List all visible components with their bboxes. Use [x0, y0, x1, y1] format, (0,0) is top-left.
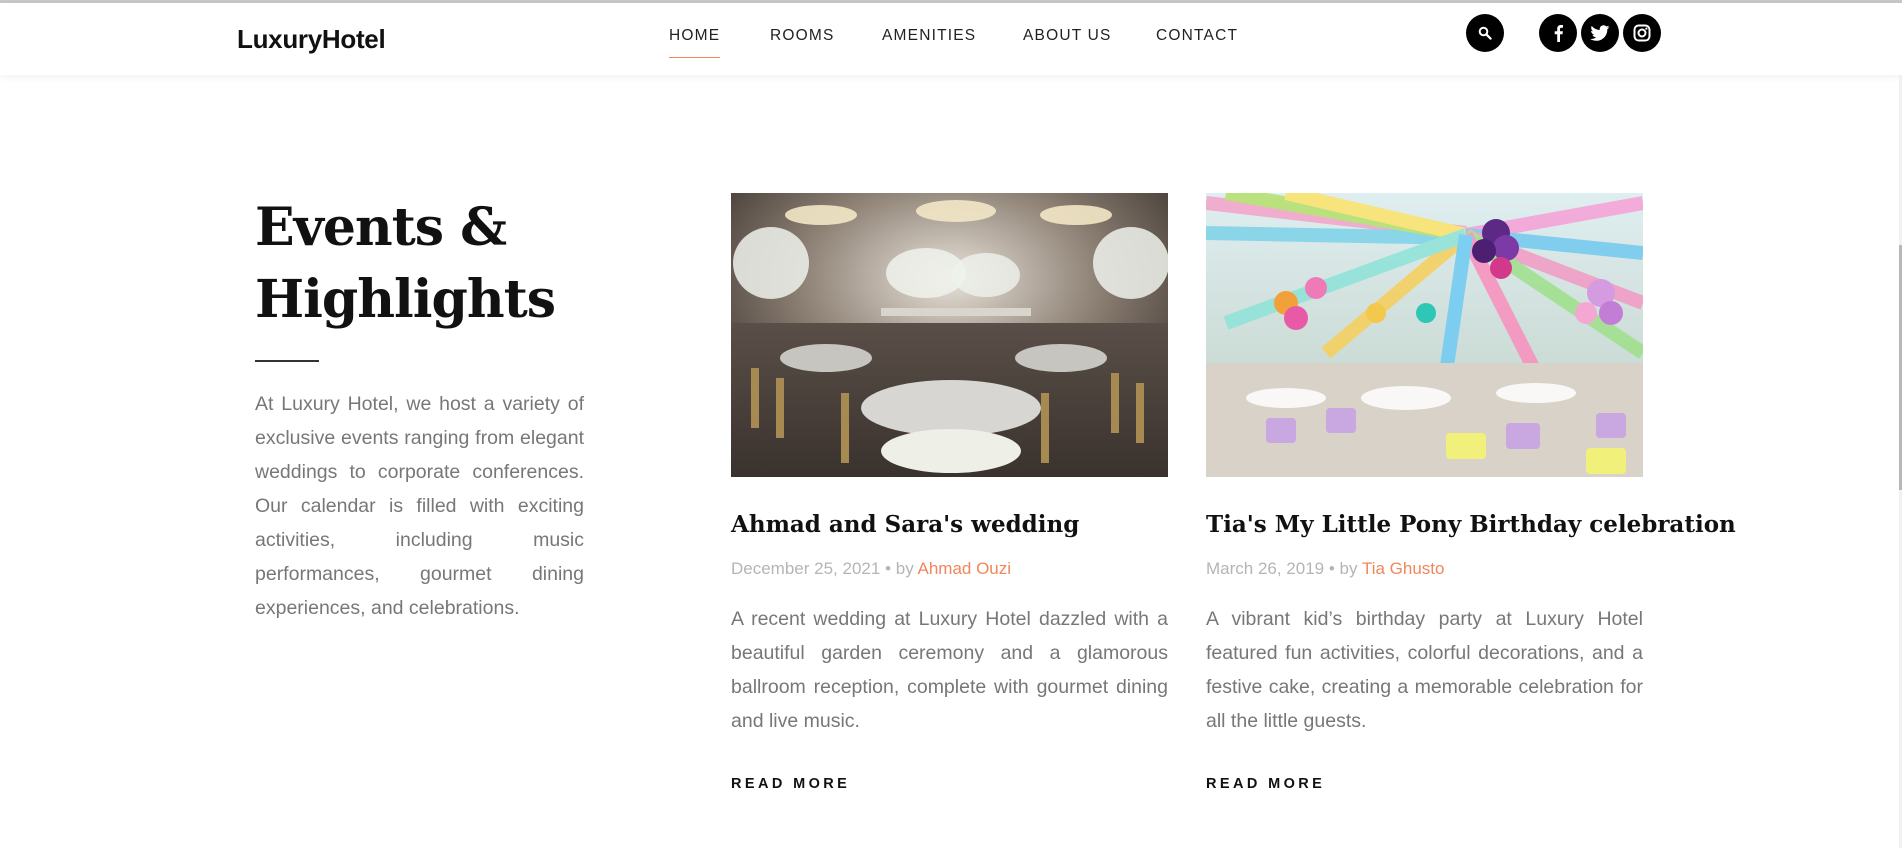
twitter-icon: [1590, 24, 1610, 41]
event-image-wedding[interactable]: [731, 193, 1168, 477]
nav-about-us[interactable]: ABOUT US: [1023, 27, 1112, 45]
instagram-icon: [1633, 24, 1651, 42]
search-button[interactable]: [1466, 14, 1504, 52]
event-title[interactable]: Ahmad and Sara's wedding: [731, 511, 1191, 538]
nav-home[interactable]: HOME: [669, 27, 721, 58]
event-title[interactable]: Tia's My Little Pony Birthday celebratio…: [1206, 511, 1736, 538]
nav-amenities[interactable]: AMENITIES: [882, 27, 976, 45]
title-divider: [255, 360, 319, 362]
event-meta: December 25, 2021 • by Ahmad Ouzi: [731, 559, 1011, 579]
search-icon: [1478, 26, 1492, 40]
event-description: A recent wedding at Luxury Hotel dazzled…: [731, 608, 1168, 732]
facebook-icon: [1554, 25, 1563, 42]
facebook-button[interactable]: [1539, 14, 1577, 52]
nav-rooms[interactable]: ROOMS: [770, 27, 835, 45]
section-description: At Luxury Hotel, we host a variety of ex…: [255, 393, 584, 619]
event-image-birthday[interactable]: [1206, 193, 1643, 477]
event-author-link[interactable]: Ahmad Ouzi: [918, 559, 1012, 578]
read-more-link[interactable]: READ MORE: [1206, 776, 1325, 792]
section-title: Events & Highlights: [255, 197, 556, 330]
event-by: • by: [885, 559, 914, 578]
nav-contact[interactable]: CONTACT: [1156, 27, 1238, 45]
event-by: • by: [1328, 559, 1358, 578]
read-more-link[interactable]: READ MORE: [731, 776, 850, 792]
event-description: A vibrant kid’s birthday party at Luxury…: [1206, 608, 1643, 732]
event-date: December 25, 2021: [731, 559, 881, 578]
twitter-button[interactable]: [1581, 14, 1619, 52]
event-meta: March 26, 2019 • by Tia Ghusto: [1206, 559, 1444, 579]
event-card: Tia's My Little Pony Birthday celebratio…: [1206, 193, 1736, 792]
event-date: March 26, 2019: [1206, 559, 1325, 578]
instagram-button[interactable]: [1623, 14, 1661, 52]
site-header: LuxuryHotel HOME ROOMS AMENITIES ABOUT U…: [0, 3, 1902, 75]
event-card: Ahmad and Sara's wedding December 25, 20…: [731, 193, 1168, 792]
event-author-link[interactable]: Tia Ghusto: [1362, 559, 1445, 578]
